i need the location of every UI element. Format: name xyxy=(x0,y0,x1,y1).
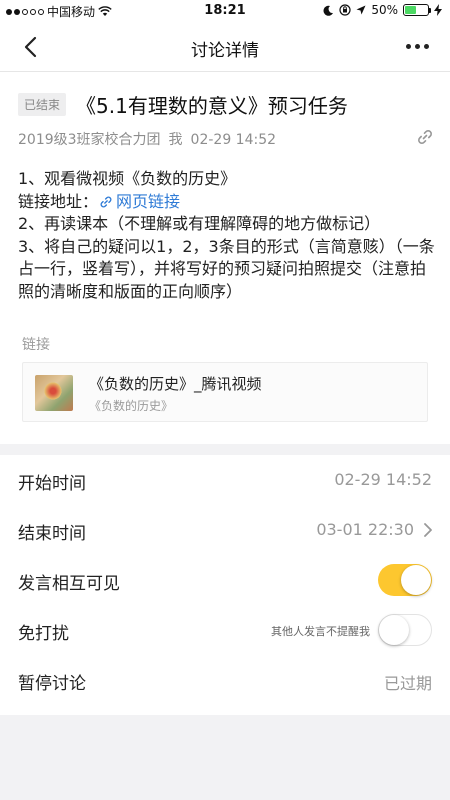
settings-list: 开始时间 02-29 14:52 结束时间 03-01 22:30 发言相互可见… xyxy=(0,455,450,715)
charging-bolt-icon xyxy=(434,4,442,16)
orientation-lock-icon xyxy=(339,4,351,16)
battery-fill xyxy=(405,6,416,14)
post-datetime: 02-29 14:52 xyxy=(190,132,277,148)
body-line-4: 3、将自己的疑问以1，2，3条目的形式（言简意赅）（一条占一行，竖着写），并将写… xyxy=(18,236,435,301)
moon-icon xyxy=(323,5,334,16)
pause-row: 暂停讨论 已过期 xyxy=(0,655,450,705)
status-right: 50% xyxy=(323,3,442,17)
author-name: 我 xyxy=(168,132,183,148)
link-icon[interactable] xyxy=(416,128,434,146)
start-time-value: 02-29 14:52 xyxy=(334,470,432,489)
dnd-label: 免打扰 xyxy=(18,624,69,644)
chevron-right-icon xyxy=(424,523,432,537)
link-card[interactable]: 《负数的历史》_腾讯视频 《负数的历史》 xyxy=(22,362,428,422)
battery-icon xyxy=(403,4,431,16)
task-meta: 2019级3班家校合力团我 02-29 14:52 xyxy=(18,129,432,149)
body-line-3: 2、再读课本（不理解或有理解障碍的地方做标记） xyxy=(18,214,381,233)
links-section-label: 链接 xyxy=(22,337,50,353)
task-title: 《5.1有理数的意义》预习任务 xyxy=(76,94,348,118)
link-card-title: 《负数的历史》_腾讯视频 xyxy=(89,375,262,393)
video-thumbnail xyxy=(35,375,73,411)
toggle-knob xyxy=(379,615,409,645)
link-icon xyxy=(100,196,112,207)
end-time-row[interactable]: 结束时间 03-01 22:30 xyxy=(0,505,450,555)
visible-toggle[interactable] xyxy=(378,564,432,596)
link-address-label: 链接地址： xyxy=(18,191,99,211)
start-time-label: 开始时间 xyxy=(18,474,86,494)
web-link-label: 网页链接 xyxy=(116,191,181,211)
pause-value: 已过期 xyxy=(383,674,432,693)
location-arrow-icon xyxy=(356,5,366,15)
more-dots-icon[interactable] xyxy=(402,36,432,56)
page-title: 讨论详情 xyxy=(191,41,259,61)
discussion-content: 已结束 《5.1有理数的意义》预习任务 2019级3班家校合力团我 02-29 1… xyxy=(0,72,450,444)
task-title-row: 已结束 《5.1有理数的意义》预习任务 xyxy=(18,90,438,119)
visible-row: 发言相互可见 xyxy=(0,555,450,605)
visible-label: 发言相互可见 xyxy=(18,574,120,594)
pause-label: 暂停讨论 xyxy=(18,674,86,694)
status-bar: 中国移动 18:21 50% xyxy=(0,0,450,22)
task-body: 1、观看微视频《负数的历史》 链接地址： 网页链接 2、再读课本（不理解或有理解障… xyxy=(18,168,438,303)
group-name: 2019级3班家校合力团 xyxy=(18,132,161,148)
body-line-2: 链接地址： 网页链接 xyxy=(18,191,438,214)
dnd-toggle[interactable] xyxy=(378,614,432,646)
toggle-knob xyxy=(401,565,431,595)
end-time-value: 03-01 22:30 xyxy=(316,520,414,539)
dnd-row: 免打扰 其他人发言不提醒我 xyxy=(0,605,450,655)
link-card-subtitle: 《负数的历史》 xyxy=(89,399,174,413)
dnd-hint: 其他人发言不提醒我 xyxy=(271,625,370,638)
battery-percent: 50% xyxy=(371,3,398,17)
status-badge: 已结束 xyxy=(18,93,67,116)
start-time-row: 开始时间 02-29 14:52 xyxy=(0,455,450,505)
end-time-label: 结束时间 xyxy=(18,524,86,544)
web-link[interactable]: 网页链接 xyxy=(98,192,180,211)
nav-bar: 讨论详情 xyxy=(0,22,450,72)
body-line-1: 1、观看微视频《负数的历史》 xyxy=(18,169,237,188)
